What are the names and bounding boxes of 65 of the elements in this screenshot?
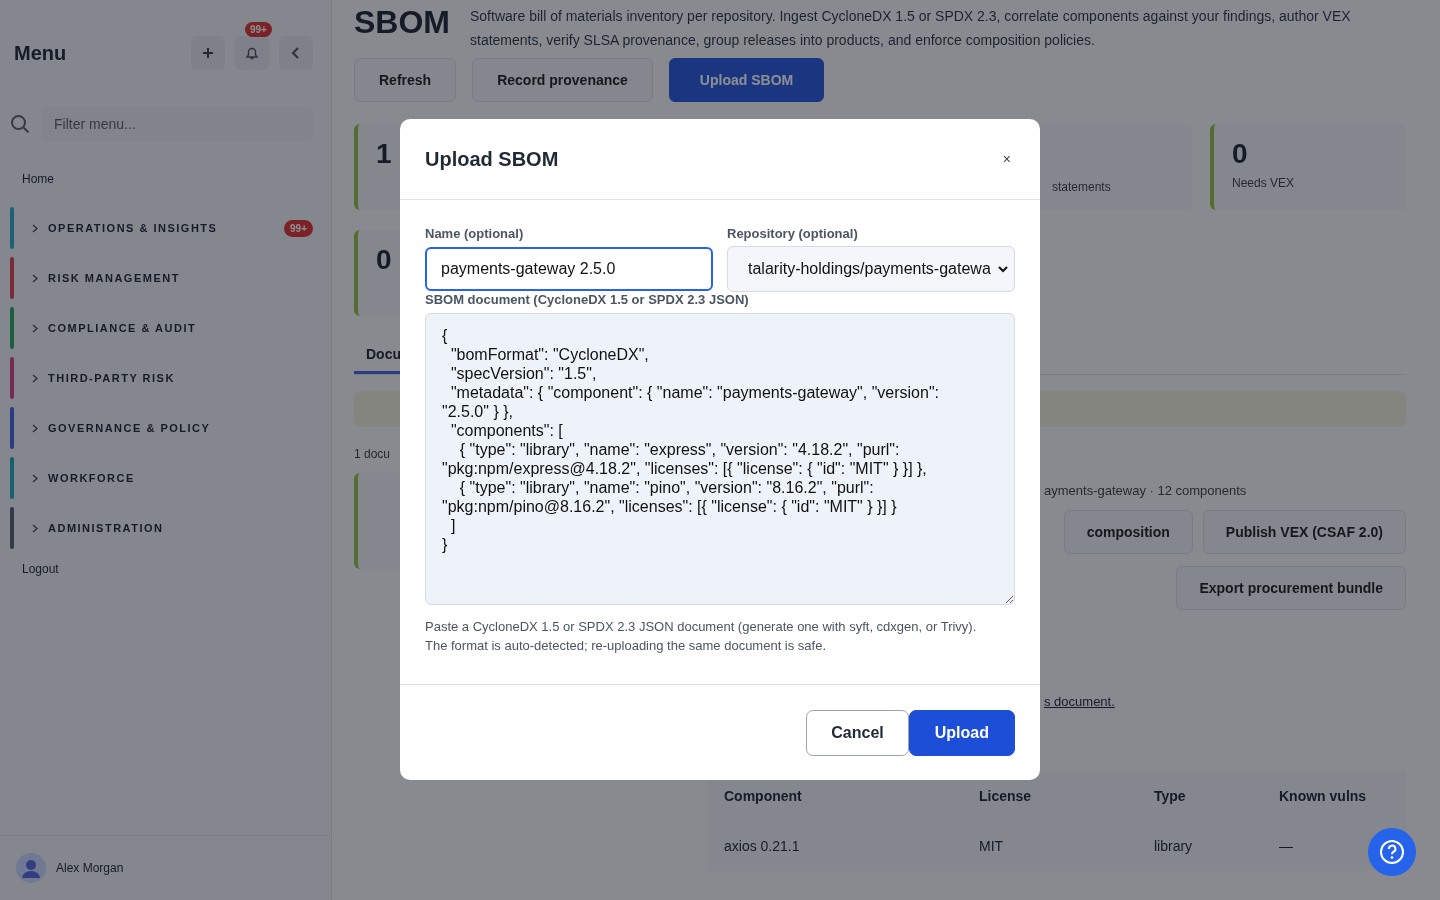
dialog-title: Upload SBOM [425, 147, 559, 171]
field-label: SBOM document (CycloneDX 1.5 or SPDX 2.3 JSON) [425, 292, 750, 307]
help-icon [1379, 839, 1405, 865]
action-button[interactable]: Upload SBOM [668, 58, 825, 102]
stat-label: statements [1052, 180, 1111, 194]
table-cell-text: MIT [979, 838, 1005, 854]
export-button[interactable]: Export procurement bundle [1176, 566, 1406, 610]
avatar-icon [16, 853, 46, 883]
notifications-button[interactable] [235, 36, 269, 70]
add-button[interactable] [191, 36, 225, 70]
name-field[interactable]: payments-gateway 2.5.0 [425, 247, 713, 291]
chevron-icon [32, 473, 38, 483]
count-badge: 99+ [284, 219, 313, 237]
table-cell-text: — [1279, 838, 1294, 854]
plus-icon [202, 47, 214, 59]
close-button[interactable]: × [998, 147, 1015, 171]
chevron-icon [32, 223, 38, 233]
stat-value: 0 [376, 244, 392, 276]
chevron-icon [32, 373, 38, 383]
menu-title: Menu [14, 41, 67, 65]
menu-group[interactable]: GOVERNANCE & POLICY [10, 406, 313, 450]
collapse-button[interactable] [279, 36, 313, 70]
repository-select[interactable]: talarity-holdings/payments-gatewa [727, 246, 1015, 292]
logout-link[interactable]: Logout [22, 562, 313, 576]
menu-group[interactable]: OPERATIONS & INSIGHTS 99+ [10, 206, 313, 250]
action-button[interactable]: Publish VEX (CSAF 2.0) [1202, 510, 1406, 554]
chevron-left-icon [291, 47, 301, 59]
page-description: Software bill of materials inventory per repository. Ingest CycloneDX 1.5 or SPDX 2.3, correlate components against your findings, author VEX statements, verify SLSA provenance, group releases into products, and enforce composition policies. [470, 7, 1352, 50]
field-label: Repository (optional) [727, 226, 859, 241]
column-header: Type [1154, 788, 1187, 804]
search-icon [10, 114, 30, 134]
help-text: Paste a CycloneDX 1.5 or SPDX 2.3 JSON document (generate one with syft, cdxgen, or Trivy). The format is auto-detected; re-uploading the same document is safe. [425, 618, 978, 655]
action-button[interactable]: Record provenance [472, 58, 653, 102]
column-header: Known vulns [1279, 788, 1368, 804]
document-field[interactable]: { "bomFormat": "CycloneDX", "specVersion": "1.5", "metadata": { "component": { "name": "payments-gateway", "version": "2.5.0" } }, "components": [ { "type": "library", "name": "express", "version": "4.18.2", "purl": "pkg:npm/express@4.18.2", "licenses": [{ "license": { "id": "MIT" } }] }, { "type": "library", "name": "pino", "version": "8.16.2", "purl": "pkg:npm/pino@8.16.2", "licenses": [{ "license": { "id": "MIT" } }] } ] } [425, 313, 1015, 605]
repo-summary: ayments-gateway · 12 components [1044, 483, 1247, 498]
notification-badge: 99+ [245, 22, 272, 37]
menu-group[interactable]: ADMINISTRATION [10, 506, 313, 550]
menu-group[interactable]: WORKFORCE [10, 456, 313, 500]
chevron-icon [32, 273, 38, 283]
menu-group[interactable]: COMPLIANCE & AUDIT [10, 306, 313, 350]
chevron-icon [32, 423, 38, 433]
stat-value: 0 [1232, 138, 1248, 170]
action-button[interactable]: composition [1063, 510, 1193, 554]
field-label: Name (optional) [425, 226, 525, 241]
action-button[interactable]: Refresh [354, 58, 457, 102]
table-cell-text: axios 0.21.1 [724, 838, 801, 854]
document-count: 1 docu [354, 447, 391, 461]
dialog-button[interactable]: Cancel [806, 709, 909, 756]
stat-label: Needs VEX [1232, 176, 1295, 190]
chevron-down-icon [998, 265, 1008, 273]
page-title: SBOM [354, 4, 450, 42]
column-header: Component [724, 788, 803, 804]
stat-value: 1 [376, 138, 392, 170]
dialog-button[interactable]: Upload [908, 709, 1015, 756]
chevron-icon [32, 523, 38, 533]
table-cell-text: library [1154, 838, 1194, 854]
menu-group[interactable]: THIRD-PARTY RISK [10, 356, 313, 400]
user-name: Alex Morgan [56, 861, 124, 875]
chevron-icon [32, 323, 38, 333]
menu-group[interactable]: RISK MANAGEMENT [10, 256, 313, 300]
document-link[interactable]: s document. [1044, 694, 1115, 709]
column-header: License [979, 788, 1033, 804]
home-link[interactable]: Home [22, 172, 313, 186]
bell-icon [244, 45, 260, 61]
